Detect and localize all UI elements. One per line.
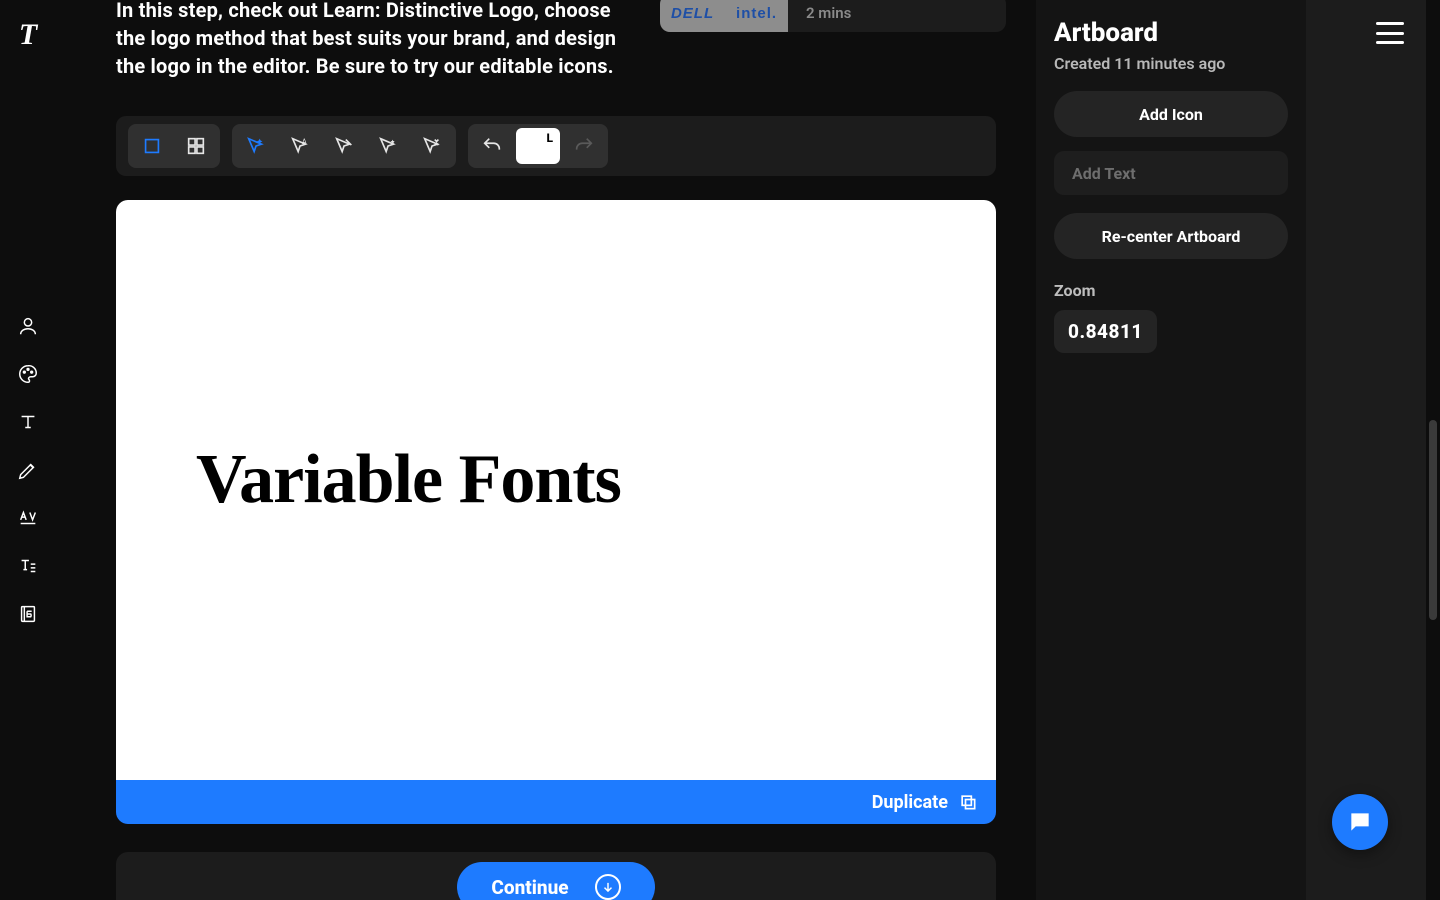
duplicate-icon xyxy=(958,792,978,812)
left-nav: T xyxy=(0,0,56,900)
duplicate-label: Duplicate xyxy=(872,792,948,813)
cursor-strike-icon xyxy=(333,135,355,157)
inspector-panel: Artboard Created 11 minutes ago Add Icon… xyxy=(1036,0,1306,900)
cursor-strike-button[interactable] xyxy=(324,128,364,164)
cursor-collapse-button[interactable] xyxy=(412,128,452,164)
undo-button[interactable] xyxy=(472,128,512,164)
scrollbar[interactable] xyxy=(1426,0,1440,900)
user-icon xyxy=(17,315,39,337)
hamburger-icon xyxy=(1376,22,1404,25)
nav-type[interactable] xyxy=(8,402,48,442)
panel-title: Artboard xyxy=(1054,18,1288,48)
brandbook-icon xyxy=(17,603,39,625)
continue-label: Continue xyxy=(491,876,568,899)
text-style-icon xyxy=(17,555,39,577)
localize-button[interactable]: L xyxy=(516,128,560,164)
artboard-card: Variable Fonts Duplicate xyxy=(116,200,996,824)
add-text-button[interactable]: Add Text xyxy=(1054,151,1288,195)
intro-text: In this step, check out Learn: Distincti… xyxy=(116,0,636,80)
view-group xyxy=(128,124,220,168)
grid-icon xyxy=(185,135,207,157)
cursor-a-button[interactable]: A xyxy=(280,128,320,164)
svg-text:A: A xyxy=(302,137,307,146)
menu-button[interactable] xyxy=(1376,22,1404,44)
intel-logo: intel. xyxy=(736,5,777,22)
redo-icon xyxy=(573,135,595,157)
lesson-thumbnail: DELL intel. xyxy=(660,0,788,32)
arrow-down-circle-icon xyxy=(595,874,621,900)
artboard-canvas[interactable]: Variable Fonts xyxy=(116,200,996,780)
square-icon xyxy=(141,135,163,157)
chat-icon xyxy=(1347,809,1373,835)
cursor-tools-group: A xyxy=(232,124,456,168)
main-column: In this step, check out Learn: Distincti… xyxy=(56,0,1036,900)
nav-textstyle[interactable] xyxy=(8,546,48,586)
nav-profile[interactable] xyxy=(8,306,48,346)
right-edge-strip xyxy=(1306,0,1440,900)
lesson-card[interactable]: DELL intel. 2 mins xyxy=(660,0,1006,32)
redo-button[interactable] xyxy=(564,128,604,164)
lesson-duration: 2 mins xyxy=(788,4,851,22)
add-icon-button[interactable]: Add Icon xyxy=(1054,91,1288,137)
view-grid-button[interactable] xyxy=(176,128,216,164)
nav-brandbook[interactable] xyxy=(8,594,48,634)
cursor-collapse-icon xyxy=(421,135,443,157)
chat-fab[interactable] xyxy=(1332,794,1388,850)
dell-logo: DELL xyxy=(671,5,714,22)
continue-bar: Continue xyxy=(116,852,996,900)
cursor-star-icon xyxy=(377,135,399,157)
zoom-value[interactable]: 0.84811 xyxy=(1054,310,1157,353)
cursor-star-button[interactable] xyxy=(368,128,408,164)
app-logo[interactable]: T xyxy=(19,18,37,52)
editor-toolbar: A xyxy=(116,116,996,176)
zoom-label: Zoom xyxy=(1054,281,1288,300)
canvas-text-element[interactable]: Variable Fonts xyxy=(196,440,621,520)
kerning-icon xyxy=(17,507,39,529)
intro-row: In this step, check out Learn: Distincti… xyxy=(116,0,1006,80)
localize-badge: L xyxy=(547,131,554,145)
magic-cursor-icon xyxy=(245,135,267,157)
cursor-magic-button[interactable] xyxy=(236,128,276,164)
type-icon xyxy=(17,411,39,433)
cursor-a-icon: A xyxy=(289,135,311,157)
nav-kerning[interactable] xyxy=(8,498,48,538)
nav-pen[interactable] xyxy=(8,450,48,490)
undo-icon xyxy=(481,135,503,157)
nav-palette[interactable] xyxy=(8,354,48,394)
history-group: L xyxy=(468,124,608,168)
panel-subtitle: Created 11 minutes ago xyxy=(1054,54,1288,73)
palette-icon xyxy=(17,363,39,385)
duplicate-bar[interactable]: Duplicate xyxy=(116,780,996,824)
pen-icon xyxy=(17,459,39,481)
recenter-button[interactable]: Re-center Artboard xyxy=(1054,213,1288,259)
view-single-button[interactable] xyxy=(132,128,172,164)
continue-button[interactable]: Continue xyxy=(457,862,654,900)
